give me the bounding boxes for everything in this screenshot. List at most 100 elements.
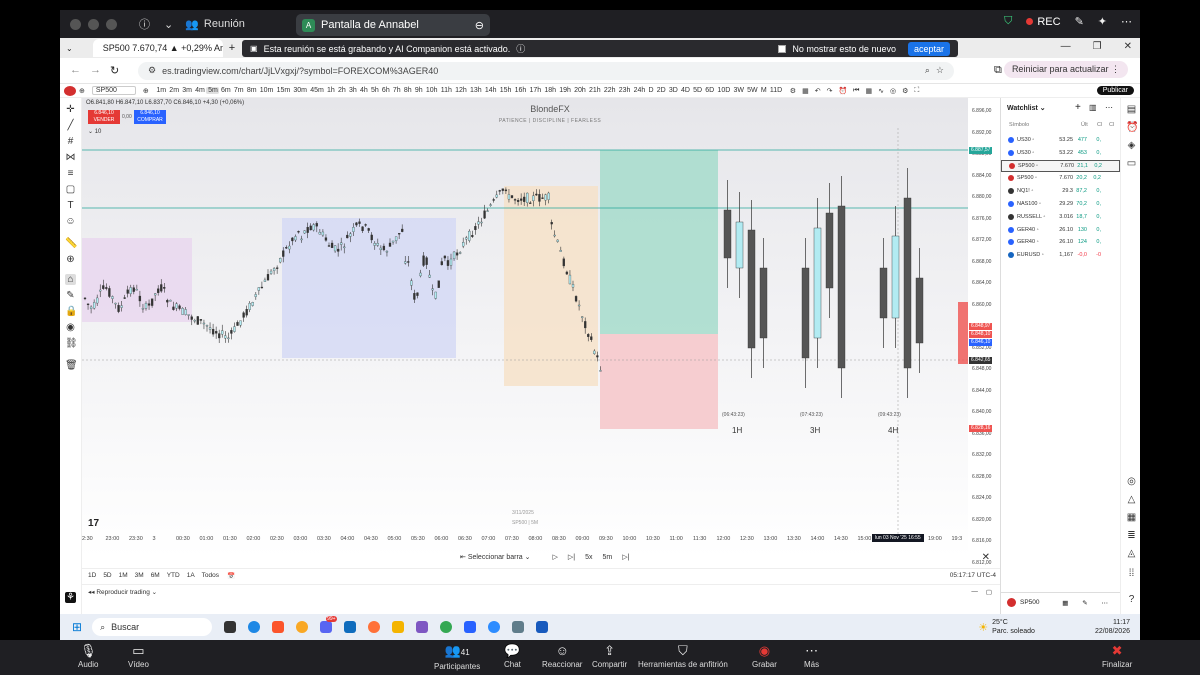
watchlist-layout-icon[interactable]: ▥ <box>1089 103 1097 112</box>
interval-45m[interactable]: 45m <box>309 87 326 94</box>
take-profit-zone[interactable] <box>600 150 718 334</box>
more-button[interactable]: ⋯ Más <box>804 644 819 670</box>
interval-5h[interactable]: 5h <box>369 87 380 94</box>
interval-3W[interactable]: 3W <box>732 87 746 94</box>
interval-10m[interactable]: 10m <box>258 87 275 94</box>
speed-button[interactable]: 5x <box>585 554 592 561</box>
taskbar-search[interactable]: ⌕ Buscar <box>92 618 213 636</box>
interval-16h[interactable]: 16h <box>513 87 528 94</box>
interval-8m[interactable]: 8m <box>245 87 258 94</box>
grid-icon[interactable]: # <box>65 136 76 147</box>
col-last[interactable]: Últ <box>1081 122 1088 128</box>
video-button[interactable]: ▭ Vídeo <box>128 644 149 670</box>
firefox-icon[interactable] <box>368 621 381 633</box>
zoom-app-icon[interactable] <box>488 621 501 633</box>
share-button[interactable]: ⇪ Compartir <box>592 644 627 670</box>
col-symbol[interactable]: Símbolo <box>1009 122 1029 128</box>
interval-19h[interactable]: 19h <box>558 87 573 94</box>
interval-4D[interactable]: 4D <box>679 87 691 94</box>
watchlist-row[interactable]: EURUSD ◦ 1,167 -0,0 -0 <box>1001 249 1120 261</box>
draw-tools-icon[interactable]: ∿ <box>875 87 887 95</box>
goto-date-icon[interactable]: 📅 <box>227 572 235 580</box>
interval-4h[interactable]: 4h <box>358 87 369 94</box>
range-1D[interactable]: 1D <box>88 572 96 579</box>
user-avatar[interactable] <box>64 85 76 96</box>
jump-realtime-icon[interactable]: ▷| <box>622 553 629 561</box>
info-icon[interactable]: ⓘ <box>139 16 150 32</box>
add-symbol-icon[interactable]: + <box>1075 102 1081 113</box>
chat-button[interactable]: 💬 Chat <box>504 644 521 670</box>
settings-icon[interactable]: ⚙ <box>899 87 911 95</box>
interval-14h[interactable]: 14h <box>483 87 498 94</box>
more-dots-icon[interactable]: ⋯ <box>1121 15 1132 28</box>
interval-3D[interactable]: 3D <box>667 87 679 94</box>
accept-button[interactable]: aceptar <box>907 41 950 56</box>
dont-show-checkbox[interactable] <box>778 44 787 53</box>
interval-2h[interactable]: 2h <box>336 87 347 94</box>
panel-minimize-icon[interactable]: — <box>971 588 978 595</box>
interval-15m[interactable]: 15m <box>275 87 292 94</box>
play-icon[interactable]: ▷ <box>553 553 558 561</box>
details-symbol[interactable]: SP500 <box>1020 599 1040 606</box>
window-controls[interactable] <box>70 18 117 30</box>
help-icon[interactable]: ? <box>1126 594 1137 605</box>
chart-canvas[interactable] <box>82 98 1000 558</box>
interval-9h[interactable]: 9h <box>413 87 424 94</box>
replay-icon[interactable]: ⏮ <box>850 87 862 95</box>
interval-5D[interactable]: 5D <box>692 87 704 94</box>
system-clock[interactable]: 11:17 22/08/2026 <box>1095 618 1130 636</box>
interval-3m[interactable]: 3m <box>181 87 194 94</box>
url-field[interactable]: ⚙ es.tradingview.com/chart/JjLVxgxj/?sym… <box>138 61 954 80</box>
select-bar-button[interactable]: ⇤ Seleccionar barra ⌄ <box>460 553 531 561</box>
watchlist-row[interactable]: GER40 ◦ 26.10 130 0, <box>1001 224 1120 236</box>
range-Todos[interactable]: Todos <box>202 572 219 579</box>
interval-1m[interactable]: 1m <box>155 87 168 94</box>
browser-tab[interactable]: SP500 7.670,74 ▲ +0,29% Anna × <box>92 39 223 57</box>
interval-7m[interactable]: 7m <box>232 87 245 94</box>
step-forward-icon[interactable]: ▷| <box>568 553 575 561</box>
weather-widget[interactable]: ☀ 25°C Parc. soleado <box>978 618 1035 636</box>
files-icon[interactable] <box>392 621 405 633</box>
layout-icon[interactable]: ▦ <box>799 87 812 95</box>
interval-5W[interactable]: 5W <box>746 87 760 94</box>
bookmark-icon[interactable]: ☆ <box>936 65 944 76</box>
interval-10h[interactable]: 10h <box>424 87 439 94</box>
interval-15h[interactable]: 15h <box>498 87 513 94</box>
watchlist-row[interactable]: NQ1! ◦ 29.3 87,2 0, <box>1001 185 1120 197</box>
interval-30m[interactable]: 30m <box>292 87 309 94</box>
alert-icon[interactable]: ⏰ <box>835 87 850 95</box>
interval-12h[interactable]: 12h <box>454 87 469 94</box>
chrome-active-icon[interactable] <box>440 621 453 633</box>
interval-23h[interactable]: 23h <box>617 87 632 94</box>
shape-icon[interactable]: ▢ <box>65 184 76 195</box>
watchlist-row[interactable]: US30 ◦ 53.22 453 0, <box>1001 147 1120 159</box>
fib-icon[interactable]: ≡ <box>65 168 76 179</box>
add-icon[interactable]: ⊕ <box>76 87 88 95</box>
trash-icon[interactable]: 🗑 <box>65 360 78 371</box>
trading-panel-toggle[interactable]: ◂◂ Reproducir trading ⌄ <box>88 588 157 596</box>
interval-18h[interactable]: 18h <box>543 87 558 94</box>
edge-icon[interactable] <box>248 621 261 633</box>
participants-button[interactable]: 👥41 Participantes <box>434 644 480 672</box>
zoom-in-icon[interactable]: ⊕ <box>65 254 76 265</box>
meeting-button[interactable]: 👥 Reunión <box>185 18 245 31</box>
text-icon[interactable]: T <box>65 200 76 211</box>
maximize-icon[interactable]: ❐ <box>1093 41 1102 52</box>
reload-icon[interactable]: ↻ <box>110 64 119 77</box>
indicators-icon[interactable]: ⚙ <box>787 87 799 95</box>
more-icon[interactable]: ⊖ <box>475 19 484 32</box>
interval-D[interactable]: D <box>647 87 655 94</box>
end-button[interactable]: ✖ Finalizar <box>1102 644 1132 670</box>
rec-indicator[interactable]: REC <box>1026 16 1061 28</box>
range-6M[interactable]: 6M <box>151 572 160 579</box>
interval-2m[interactable]: 2m <box>168 87 181 94</box>
pen-icon[interactable]: ✎ <box>1075 15 1084 28</box>
undo-icon[interactable]: ↶ <box>812 87 824 95</box>
pen-app-icon[interactable] <box>416 621 429 633</box>
interval-6h[interactable]: 6h <box>380 87 391 94</box>
target-icon[interactable]: ◎ <box>1126 476 1137 487</box>
watchlist-more-icon[interactable]: ⋯ <box>1105 103 1113 112</box>
time-axis[interactable]: 2:30 23:00 23:30 3 00:30 01:00 01:30 02:00 02:30… <box>82 534 968 546</box>
new-tab-icon[interactable]: + <box>229 42 235 54</box>
publish-button[interactable]: Publicar <box>1096 86 1134 95</box>
